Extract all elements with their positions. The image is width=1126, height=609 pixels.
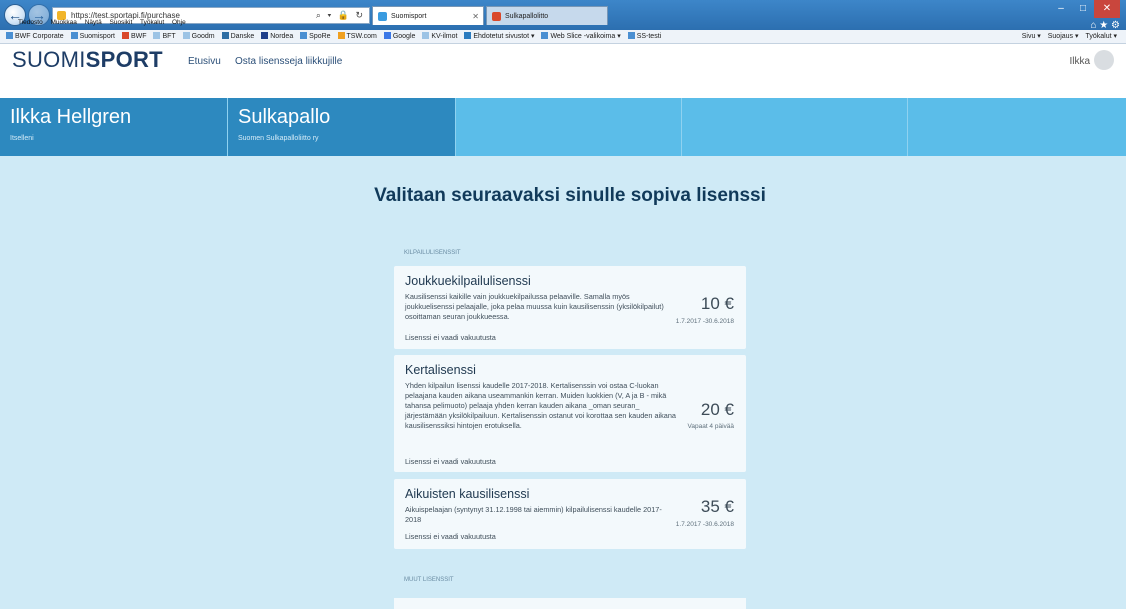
- favorite-item[interactable]: Ehdotetut sivustot ▾: [464, 30, 534, 43]
- menu-item[interactable]: Näytä: [85, 19, 102, 26]
- tab-favicon-icon: [492, 12, 501, 21]
- favorite-item[interactable]: Web Slice -valikoima ▾: [541, 30, 621, 43]
- favorite-icon: [541, 32, 549, 39]
- sport-name: Sulkapallo: [238, 106, 331, 128]
- favorite-item[interactable]: Nordea: [261, 30, 293, 43]
- license-period: 1.7.2017 -30.6.2018: [675, 318, 734, 325]
- menu-item[interactable]: Ohje: [172, 19, 186, 26]
- license-price: 10 €: [700, 294, 734, 313]
- favorite-item[interactable]: BWF: [121, 30, 147, 43]
- favorite-icon: [70, 32, 78, 39]
- favorite-item[interactable]: Suomisport: [70, 30, 115, 43]
- suomisport-logo[interactable]: SUOMISPORT: [12, 47, 163, 73]
- favorite-item[interactable]: TSW.com: [337, 30, 377, 43]
- minimize-button[interactable]: –: [1050, 0, 1072, 18]
- favorite-item[interactable]: BFT: [153, 30, 176, 43]
- selection-band: Ilkka Hellgren Itselleni Sulkapallo Suom…: [0, 98, 1126, 156]
- page-title: Valitaan seuraavaksi sinulle sopiva lise…: [374, 185, 766, 206]
- tab-suomisport[interactable]: Suomisport ✕: [372, 6, 484, 25]
- license-card[interactable]: Joukkuekilpailulisenssi Kausilisenssi ka…: [394, 266, 746, 349]
- license-description: Yhden kilpailun lisenssi kaudelle 2017-2…: [405, 381, 676, 430]
- person-sub: Itselleni: [10, 135, 34, 142]
- favorite-item[interactable]: BWF Corporate: [6, 30, 64, 43]
- tab-label: Suomisport: [391, 13, 427, 20]
- empty-step: [456, 98, 682, 156]
- section-other-licenses: MUUT LISENSSIT: [404, 577, 454, 583]
- user-name[interactable]: Ilkka: [1069, 56, 1090, 67]
- license-insurance-note: Lisenssi ei vaadi vakuutusta: [405, 532, 496, 541]
- favorite-item[interactable]: SpoRe: [300, 30, 331, 43]
- license-description: Kausilisenssi kaikille vain joukkuekilpa…: [405, 292, 664, 321]
- site-header: SUOMISPORT Etusivu Osta lisensseja liikk…: [0, 44, 1126, 99]
- favorite-item[interactable]: Google: [383, 30, 415, 43]
- command-item[interactable]: Sivu ▾: [1022, 30, 1041, 43]
- window-controls: – □ ✕: [1050, 0, 1120, 18]
- command-bar: Sivu ▾ Suojaus ▾ Työkalut ▾: [1021, 30, 1126, 43]
- license-period: Vapaat 4 päivää: [687, 423, 735, 430]
- favorite-icon: [261, 32, 269, 39]
- favorite-icon: [464, 32, 472, 39]
- favorite-icon: [300, 32, 308, 39]
- menu-item[interactable]: Muokkaa: [51, 19, 77, 26]
- license-price: 20 €: [700, 400, 734, 419]
- license-period: 1.7.2017 -30.6.2018: [675, 521, 734, 528]
- favorite-icon: [182, 32, 190, 39]
- tab-close-icon[interactable]: ✕: [472, 7, 479, 26]
- favorite-icon: [422, 32, 430, 39]
- favorite-icon: [383, 32, 391, 39]
- close-window-button[interactable]: ✕: [1094, 0, 1120, 18]
- license-insurance-note: Lisenssi ei vaadi vakuutusta: [405, 457, 496, 466]
- favorite-icon: [6, 32, 13, 39]
- menu-item[interactable]: Tiedosto: [18, 19, 43, 26]
- favorite-icon: [153, 32, 161, 39]
- selected-person[interactable]: Ilkka Hellgren Itselleni: [0, 98, 228, 156]
- command-item[interactable]: Suojaus ▾: [1048, 30, 1079, 43]
- favorite-item[interactable]: Danske: [221, 30, 254, 43]
- section-competition-licenses: KILPAILULISENSSIT: [404, 250, 461, 256]
- sport-sub: Suomen Sulkapalloliitto ry: [238, 135, 319, 142]
- tab-sulkapallolitto[interactable]: Sulkapallolitto: [486, 6, 608, 25]
- license-card[interactable]: [394, 598, 746, 609]
- license-title: Kertalisenssi: [405, 363, 476, 377]
- favorite-icon: [221, 32, 229, 39]
- license-insurance-note: Lisenssi ei vaadi vakuutusta: [405, 333, 496, 342]
- selected-sport[interactable]: Sulkapallo Suomen Sulkapalloliitto ry: [228, 98, 456, 156]
- avatar[interactable]: [1094, 50, 1114, 70]
- license-title: Aikuisten kausilisenssi: [405, 487, 530, 501]
- empty-step: [682, 98, 908, 156]
- menu-item[interactable]: Työkalut: [140, 19, 164, 26]
- favorite-item[interactable]: KV-ilmot: [422, 30, 457, 43]
- license-description: Aikuispelaajan (syntynyt 31.12.1998 tai …: [405, 505, 662, 524]
- nav-buy-licenses-link[interactable]: Osta lisensseja liikkujille: [235, 56, 342, 67]
- favorites-bar: BWF Corporate Suomisport BWF BFT Goodm D…: [0, 30, 1126, 44]
- command-item[interactable]: Työkalut ▾: [1085, 30, 1117, 43]
- license-card[interactable]: Aikuisten kausilisenssi Aikuispelaajan (…: [394, 479, 746, 549]
- address-controls[interactable]: ⌕ ▾ 🔒 ↻: [316, 8, 365, 23]
- favorite-icon: [337, 32, 345, 39]
- tab-label: Sulkapallolitto: [505, 13, 549, 20]
- favorite-item[interactable]: SS-testi: [627, 30, 661, 43]
- license-card[interactable]: Kertalisenssi Yhden kilpailun lisenssi k…: [394, 355, 746, 472]
- license-title: Joukkuekilpailulisenssi: [405, 274, 531, 288]
- favorite-icon: [627, 32, 635, 39]
- person-name: Ilkka Hellgren: [10, 106, 132, 128]
- license-price: 35 €: [700, 497, 734, 516]
- menu-item[interactable]: Suosikit: [110, 19, 133, 26]
- tab-favicon-icon: [378, 12, 387, 21]
- favorite-icon: [121, 32, 129, 39]
- nav-home-link[interactable]: Etusivu: [188, 56, 221, 67]
- favorite-item[interactable]: Goodm: [182, 30, 215, 43]
- maximize-button[interactable]: □: [1072, 0, 1094, 18]
